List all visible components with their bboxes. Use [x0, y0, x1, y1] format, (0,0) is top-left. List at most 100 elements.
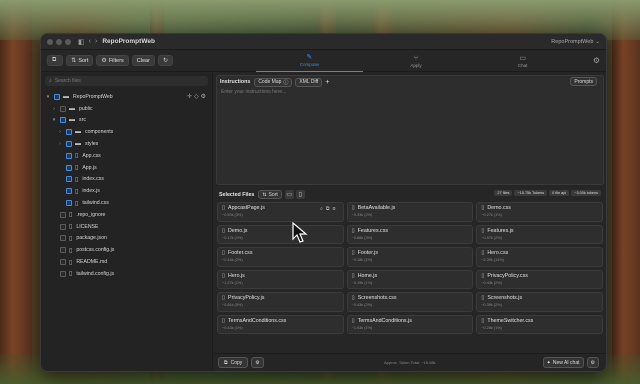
background-tree-trunk [612, 0, 640, 384]
merge-icon: ⑂ [413, 54, 419, 62]
settings-gear-icon[interactable]: ⚙ [593, 56, 600, 65]
selected-file-card[interactable]: ▯ Features.js ~0.57k (2%) [476, 224, 603, 244]
copy-options-button[interactable]: ⚙ [251, 357, 264, 368]
search-input[interactable]: ⌕ Search files [45, 76, 208, 86]
chevron-down-icon[interactable]: ▾ [45, 94, 51, 100]
selected-sort-button[interactable]: ⇅ Sort [258, 190, 282, 199]
selected-file-card[interactable]: ▯ Home.js ~0.19k (1%) [346, 269, 474, 289]
chat-options-button[interactable]: ⚙ [586, 357, 599, 368]
copy-button[interactable]: ⧉ Copy [218, 357, 249, 368]
tree-checkbox[interactable] [60, 211, 66, 218]
file-card-tokens: ~0.27k (1%) [481, 213, 502, 217]
tree-checkbox[interactable] [66, 152, 72, 159]
tree-checkbox[interactable] [66, 200, 72, 207]
mouse-cursor-icon [292, 222, 308, 243]
chevron-right-icon[interactable]: › [51, 106, 57, 112]
folder-view-icon[interactable]: ▭ [284, 190, 294, 199]
tree-row[interactable]: ▾ ▬ RepoPromptWeb ✛◇⚙ [41, 91, 212, 103]
zoom-window-button[interactable] [65, 38, 71, 45]
tree-checkbox[interactable] [66, 141, 72, 148]
code-map-button[interactable]: Code Map ⓘ [254, 77, 293, 87]
folder-icon: ▬ [69, 105, 75, 112]
tree-checkbox[interactable] [60, 259, 66, 266]
selected-file-card[interactable]: ▯ Screenshots.css ~0.43k (2%) [346, 292, 474, 312]
file-icon: ▯ [481, 295, 485, 301]
new-ai-chat-button[interactable]: ✦ New AI chat [542, 357, 584, 368]
file-card-name: ▯ Features.js [481, 228, 598, 234]
tree-row[interactable]: ▯ README.md [41, 256, 212, 268]
tree-row[interactable]: › ▬ public [41, 103, 212, 115]
file-card-tokens: ~0.81k (5%) [222, 303, 243, 307]
clear-button[interactable]: Clear [131, 55, 155, 66]
tree-checkbox[interactable] [60, 235, 66, 242]
tree-row[interactable]: ▯ postcss.config.js [41, 244, 212, 256]
tree-row[interactable]: › ▬ components [41, 126, 212, 138]
forward-icon[interactable]: › [95, 38, 97, 45]
tree-checkbox[interactable] [60, 270, 66, 277]
tree-checkbox[interactable] [54, 93, 60, 100]
minimize-window-button[interactable] [56, 38, 62, 45]
chevron-right-icon[interactable]: › [57, 141, 63, 147]
instructions-input[interactable]: Enter your instructions here... [217, 88, 603, 96]
tree-row[interactable]: ▯ index.css [41, 174, 212, 186]
tree-checkbox[interactable] [60, 247, 66, 254]
sort-arrows-icon: ⇅ [71, 58, 77, 64]
tree-checkbox[interactable] [66, 164, 72, 171]
xml-diff-button[interactable]: XML Diff [295, 77, 323, 87]
file-card-actions[interactable]: ⌕⧉⊗ [320, 206, 339, 212]
tree-row[interactable]: ▯ App.js [41, 162, 212, 174]
add-tab-icon[interactable]: + [325, 79, 329, 86]
tree-row[interactable]: ▯ package.json [41, 233, 212, 245]
selected-file-card[interactable]: ▯ Hero.css ~2.39k (14%) [476, 247, 603, 267]
selected-file-card[interactable]: ▯ Features.css ~0.66k (3%) [346, 224, 474, 244]
refresh-button[interactable]: ↻ [157, 55, 173, 66]
selected-file-card[interactable]: ▯ PrivacyPolicy.css ~0.43k (2%) [476, 269, 603, 289]
tree-row[interactable]: ▯ tailwind.css [41, 197, 212, 209]
file-card-tokens: ~1.27k (1%) [222, 280, 243, 285]
sidebar-toggle-icon[interactable]: ◧ [78, 38, 85, 46]
tree-row[interactable]: ▯ App.css [41, 150, 212, 162]
open-folder-button[interactable]: ⧉ [47, 55, 64, 66]
selected-file-card[interactable]: ▯ ThemeSwitcher.css ~0.28k (1%) [476, 314, 603, 334]
file-card-name: ▯ ThemeSwitcher.css [481, 318, 598, 324]
selected-file-card[interactable]: ▯ AppcastPage.js ~0.59k (3%) ⌕⧉⊗ [217, 202, 344, 222]
tab-apply[interactable]: ⑂ Apply [363, 50, 470, 72]
selected-file-card[interactable]: ▯ Footer.js ~0.18k (1%) [346, 247, 474, 267]
prompts-button[interactable]: Prompts [570, 77, 597, 86]
tree-row[interactable]: ▯ .repo_ignore [41, 209, 212, 221]
tree-row[interactable]: ▯ tailwind.config.js [41, 268, 212, 280]
selected-file-card[interactable]: ▯ Demo.css ~0.27k (1%) [476, 202, 603, 222]
tree-checkbox[interactable] [66, 176, 72, 183]
selected-file-card[interactable]: ▯ TermsAndConditions.js ~1.03k (1%) [346, 314, 474, 334]
workspace-menu[interactable]: RepoPromptWeb ⌄ [551, 34, 600, 50]
file-card-tokens: ~0.44k (2%) [222, 258, 243, 262]
tree-checkbox[interactable] [66, 188, 72, 195]
tree-row[interactable]: ▯ LICENSE [41, 221, 212, 233]
tree-checkbox[interactable] [60, 117, 66, 124]
tree-checkbox[interactable] [66, 129, 72, 136]
file-view-icon[interactable]: ▯ [295, 190, 305, 199]
tab-instructions[interactable]: Instructions [220, 79, 250, 85]
selected-file-card[interactable]: ▯ Hero.js ~1.27k (1%) [217, 269, 344, 289]
tree-row[interactable]: ▾ ▬ src [41, 115, 212, 127]
selected-file-card[interactable]: ▯ Footer.css ~0.44k (2%) [217, 247, 344, 267]
new-chat-group: ✦ New AI chat ⚙ [542, 357, 602, 368]
selected-file-card[interactable]: ▯ Screenshots.js ~0.39k (2%) [476, 292, 603, 312]
tree-row[interactable]: › ▬ styles [41, 138, 212, 150]
root-tools[interactable]: ✛◇⚙ [187, 93, 208, 100]
filters-button[interactable]: ⚙ Filters [96, 55, 129, 66]
back-icon[interactable]: ‹ [89, 38, 91, 45]
close-window-button[interactable] [47, 38, 53, 45]
selected-file-card[interactable]: ▯ Demo.js ~0.17k (1%) [217, 224, 344, 244]
tree-checkbox[interactable] [60, 105, 66, 112]
selected-file-card[interactable]: ▯ PrivacyPolicy.js ~0.81k (5%) [217, 292, 344, 312]
tab-chat[interactable]: ▭ Chat [469, 50, 576, 72]
tree-row[interactable]: ▯ index.js [41, 185, 212, 197]
selected-file-card[interactable]: ▯ BetaAvailable.js ~0.33k (2%) [346, 202, 474, 222]
chevron-down-icon[interactable]: ▾ [51, 117, 57, 123]
tab-compose[interactable]: ✎ Compose [256, 50, 363, 72]
tree-checkbox[interactable] [60, 223, 66, 230]
selected-file-card[interactable]: ▯ TermsAndConditions.css ~0.43k (1%) [217, 314, 344, 334]
sort-button[interactable]: ⇅ Sort [66, 55, 94, 66]
chevron-right-icon[interactable]: › [57, 129, 63, 135]
